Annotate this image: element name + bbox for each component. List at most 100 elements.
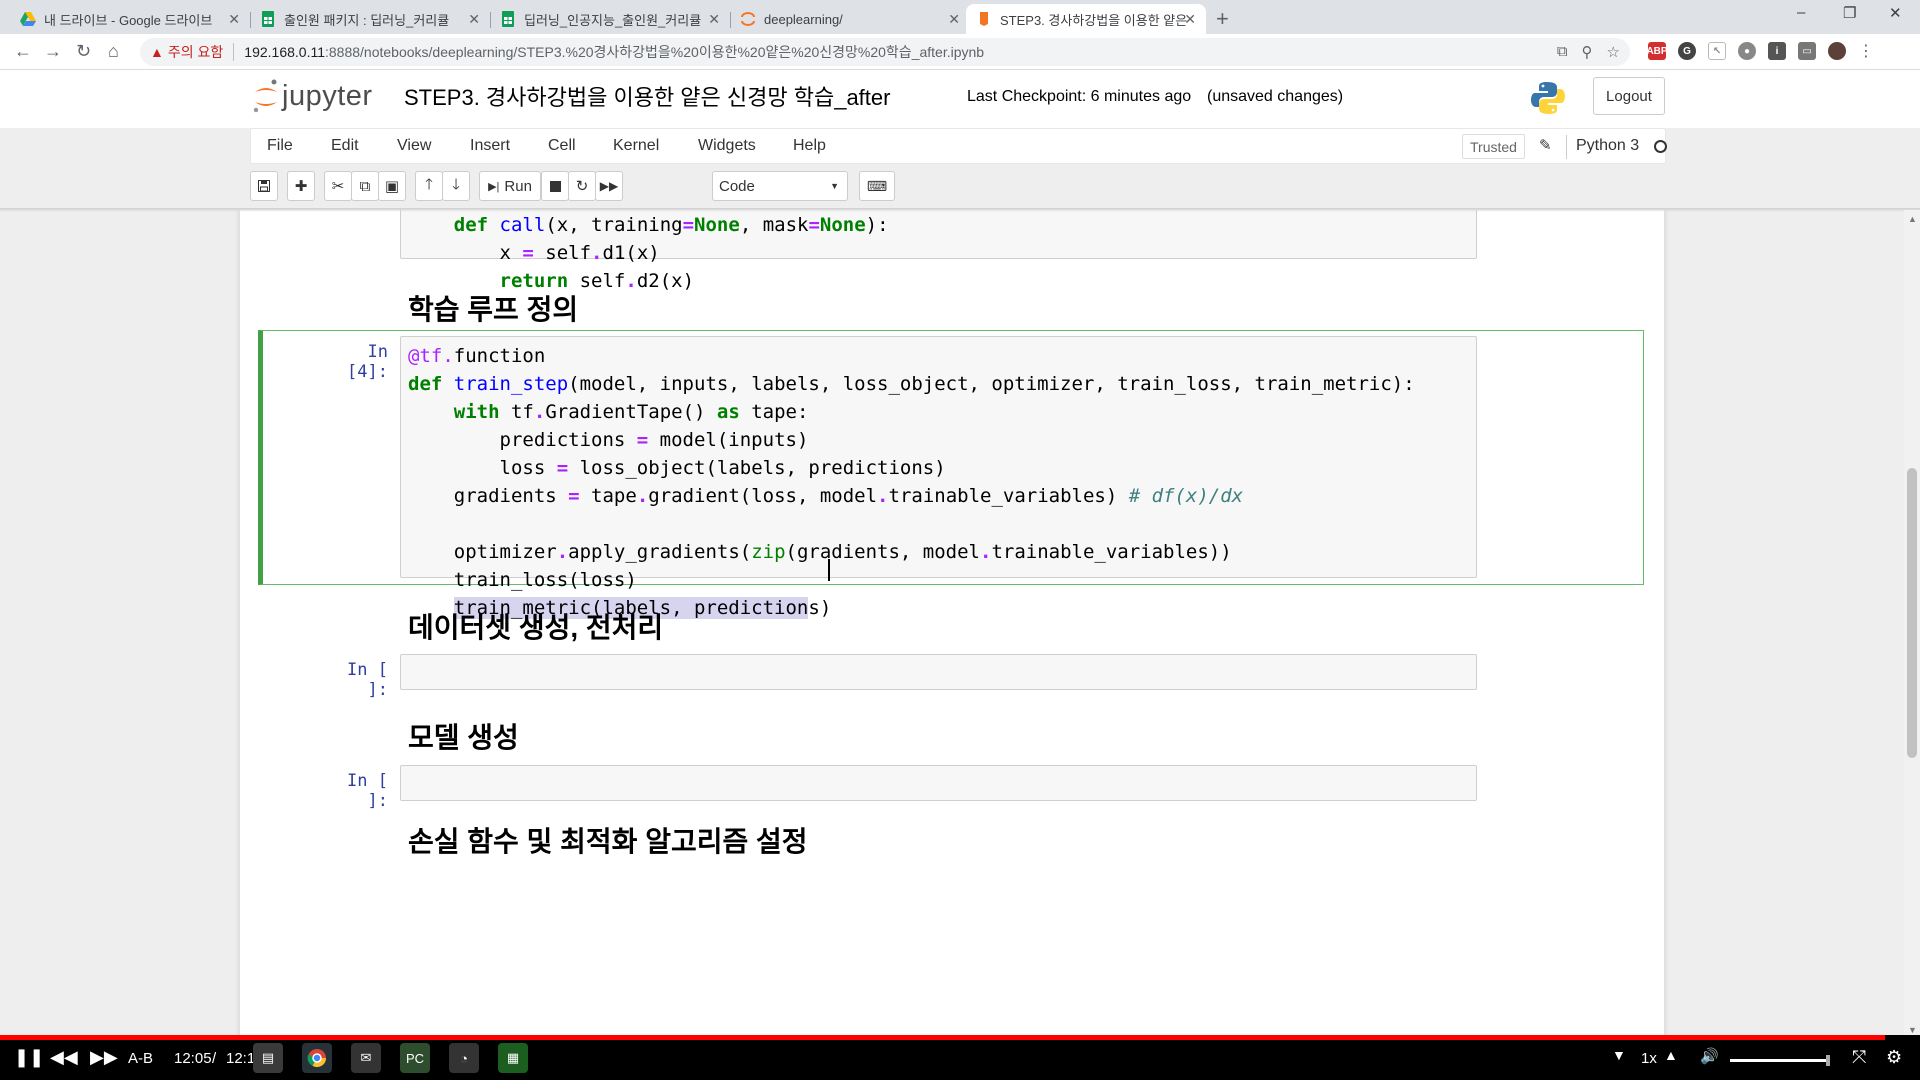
close-icon[interactable]: ✕	[1184, 11, 1196, 28]
kernel-name[interactable]: Python 3	[1576, 137, 1639, 155]
extension-g-icon[interactable]: G	[1678, 42, 1696, 60]
pause-icon[interactable]: ❚❚	[14, 1047, 44, 1068]
markdown-heading-loss-optimizer[interactable]: 손실 함수 및 최적화 알고리즘 설정	[408, 820, 808, 860]
forward-arrow-icon[interactable]: →	[44, 41, 62, 62]
window-close-button[interactable]: ✕	[1889, 4, 1902, 22]
taskbar-app-icon[interactable]: ◔	[449, 1043, 479, 1073]
menu-view[interactable]: View	[397, 137, 431, 155]
menu-cell[interactable]: Cell	[548, 137, 576, 155]
taskbar-sheets-icon[interactable]: ▦	[498, 1043, 528, 1073]
notebook-title[interactable]: STEP3. 경사하강법을 이용한 얕은 신경망 학습_after	[404, 80, 890, 112]
close-icon[interactable]: ✕	[228, 11, 240, 28]
profile-avatar[interactable]	[1828, 42, 1846, 60]
playback-speed[interactable]: 1x	[1641, 1050, 1657, 1067]
home-icon[interactable]: ⌂	[108, 41, 119, 62]
interrupt-kernel-button[interactable]	[541, 171, 569, 201]
url-text[interactable]: 192.168.0.11:8888/notebooks/deeplearning…	[244, 42, 984, 62]
notebook-scrollbar[interactable]: ▲ ▼	[1904, 210, 1920, 1038]
move-up-button[interactable]: 🡑	[415, 171, 443, 201]
code-line: x = self.d1(x)	[408, 242, 660, 264]
run-label: Run	[504, 177, 532, 195]
menu-insert[interactable]: Insert	[470, 137, 510, 155]
extension-info-icon[interactable]: i	[1768, 42, 1786, 60]
bookmark-star-icon[interactable]: ☆	[1607, 43, 1620, 61]
save-button[interactable]	[250, 171, 278, 201]
tab-title: STEP3. 경사하강법을 이용한 얕은	[1000, 12, 1188, 28]
jupyter-icon	[740, 11, 756, 27]
move-down-button[interactable]: 🡓	[442, 171, 470, 201]
menu-kernel[interactable]: Kernel	[613, 137, 659, 155]
logout-button[interactable]: Logout	[1593, 77, 1665, 115]
rewind-icon[interactable]: ◀◀	[50, 1047, 78, 1068]
scrollbar-thumb[interactable]	[1907, 468, 1917, 758]
taskbar-mail-icon[interactable]: ✉	[351, 1043, 381, 1073]
restart-kernel-button[interactable]: ↻	[568, 171, 596, 201]
notebook-scroll-area[interactable]: def call(x, training=None, mask=None): x…	[0, 210, 1920, 1038]
markdown-heading-dataset[interactable]: 데이터셋 생성, 전처리	[408, 606, 663, 646]
trusted-indicator[interactable]: Trusted	[1462, 134, 1525, 159]
close-icon[interactable]: ✕	[708, 11, 720, 28]
taskbar-chrome-icon[interactable]	[302, 1043, 332, 1073]
volume-slider[interactable]	[1730, 1059, 1830, 1062]
gear-icon[interactable]: ⚙	[1886, 1047, 1902, 1068]
empty-code-cell[interactable]	[400, 654, 1477, 690]
taskbar-pycharm-icon[interactable]: PC	[400, 1043, 430, 1073]
maximize-button[interactable]: ❐	[1843, 4, 1856, 22]
browser-menu-icon[interactable]: ⋮	[1858, 41, 1874, 61]
fast-forward-icon[interactable]: ▶▶	[90, 1047, 118, 1068]
volume-slider-handle[interactable]	[1826, 1055, 1830, 1066]
markdown-heading-model[interactable]: 모델 생성	[408, 716, 519, 756]
fullscreen-exit-icon[interactable]: ⤧	[1852, 1047, 1866, 1068]
volume-icon[interactable]: 🔊	[1700, 1047, 1719, 1065]
markdown-heading-training-loop[interactable]: 학습 루프 정의	[408, 288, 578, 328]
close-icon[interactable]: ✕	[468, 11, 480, 28]
extension-circle-icon[interactable]: ●	[1738, 42, 1756, 60]
menu-help[interactable]: Help	[793, 137, 826, 155]
menu-edit[interactable]: Edit	[331, 137, 359, 155]
translate-icon[interactable]: ⧉	[1557, 43, 1568, 61]
command-palette-button[interactable]: ⌨	[859, 171, 895, 201]
menu-widgets[interactable]: Widgets	[698, 137, 756, 155]
taskbar-folder-icon[interactable]: ▤	[253, 1043, 283, 1073]
ab-repeat-button[interactable]: A-B	[128, 1050, 153, 1067]
tab-title: 딥러닝_인공지능_출인원_커리큘	[524, 12, 702, 28]
new-tab-button[interactable]: +	[1216, 6, 1229, 32]
plus-icon: ✚	[294, 178, 308, 195]
scissors-icon: ✂	[331, 178, 345, 195]
copy-cells-button[interactable]: ⧉	[351, 171, 379, 201]
adblock-extension-icon[interactable]: ABP	[1646, 42, 1668, 60]
paste-cells-button[interactable]: ▣	[378, 171, 406, 201]
cell-type-select[interactable]: Code ▼	[712, 171, 848, 201]
dropdown-triangle-icon[interactable]: ▼	[1612, 1047, 1626, 1063]
tab-step3-notebook[interactable]: STEP3. 경사하강법을 이용한 얕은 ✕	[966, 4, 1206, 34]
eject-up-icon[interactable]: ▲	[1664, 1047, 1678, 1063]
code-cell-class-def[interactable]: def call(x, training=None, mask=None): x…	[400, 210, 1477, 292]
code-cell-train-step[interactable]: @tf.function def train_step(model, input…	[400, 336, 1477, 619]
tab-sheet-1[interactable]: 출인원 패키지 : 딥러닝_커리큘 ✕	[250, 4, 490, 34]
restart-run-all-button[interactable]: ▶▶	[595, 171, 623, 201]
scroll-up-arrow-icon[interactable]: ▲	[1908, 214, 1917, 224]
url-omnibox[interactable]: ▲ 주의 요함 192.168.0.11:8888/notebooks/deep…	[140, 38, 1630, 66]
security-warning-label[interactable]: 주의 요함	[168, 42, 223, 62]
back-arrow-icon[interactable]: ←	[14, 41, 32, 62]
jupyter-logo[interactable]: jupyter	[252, 78, 373, 114]
menu-file[interactable]: File	[267, 137, 293, 155]
tab-google-drive[interactable]: 내 드라이브 - Google 드라이브 ✕	[10, 4, 250, 34]
run-button[interactable]: ▶| Run	[479, 171, 541, 201]
extension-cursor-icon[interactable]: ↖	[1708, 42, 1726, 60]
minimize-button[interactable]: –	[1797, 4, 1805, 21]
video-progress-bar[interactable]	[0, 1035, 1886, 1040]
kernel-idle-indicator-icon	[1654, 140, 1667, 153]
empty-code-cell[interactable]	[400, 765, 1477, 801]
close-icon[interactable]: ✕	[948, 11, 960, 28]
code-train-step[interactable]: @tf.function def train_step(model, input…	[408, 342, 1415, 622]
code-class-call[interactable]: def call(x, training=None, mask=None): x…	[408, 211, 889, 295]
zoom-icon[interactable]: ⚲	[1582, 43, 1593, 61]
reload-icon[interactable]: ↻	[76, 41, 91, 62]
tab-sheet-2[interactable]: 딥러닝_인공지능_출인원_커리큘 ✕	[490, 4, 730, 34]
extension-cast-icon[interactable]: ▭	[1798, 42, 1816, 60]
insert-cell-button[interactable]: ✚	[287, 171, 315, 201]
cut-cells-button[interactable]: ✂	[324, 171, 352, 201]
tab-deeplearning[interactable]: deeplearning/ ✕	[730, 4, 970, 34]
scroll-down-arrow-icon[interactable]: ▼	[1908, 1025, 1917, 1035]
